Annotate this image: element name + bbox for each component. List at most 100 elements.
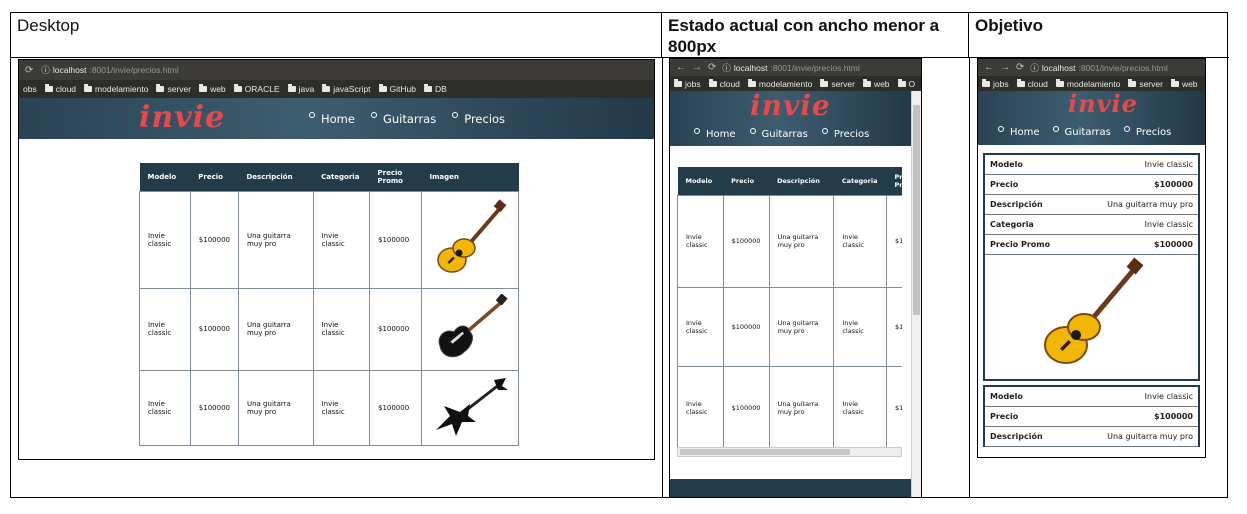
col-header: Modelo: [677, 167, 724, 195]
bookmark-item[interactable]: GitHub: [378, 84, 416, 94]
col-header: Descripción: [238, 163, 314, 191]
col-header: Precio: [190, 163, 239, 191]
url-host: localhost: [1041, 62, 1076, 73]
info-icon: ⓘ: [1030, 62, 1039, 73]
bookmark-item[interactable]: server: [820, 78, 855, 89]
folder-icon: [820, 78, 829, 87]
bookmark-item[interactable]: jobs: [674, 78, 701, 89]
menu-item-guitarras[interactable]: Guitarras: [370, 112, 436, 126]
folder-icon: [1128, 78, 1137, 87]
folder-icon: [862, 78, 871, 87]
bookmark-item[interactable]: javaScript: [322, 84, 371, 94]
bookmark-item[interactable]: DB: [424, 84, 447, 94]
bookmark-item[interactable]: cloud: [1016, 78, 1048, 89]
bookmark-item[interactable]: cloud: [44, 84, 76, 94]
col-header: Precio: [723, 167, 770, 195]
cell-imagen: [420, 190, 520, 289]
back-icon[interactable]: ←: [676, 62, 686, 73]
bookmark-item[interactable]: web: [199, 84, 226, 94]
col-header: Precio Promo: [886, 167, 902, 195]
product-card: Modelo Invie classic Precio $100000 Descri…: [983, 153, 1200, 381]
desktop-heading: Desktop: [11, 13, 662, 58]
menu-item-home[interactable]: Home: [694, 127, 736, 140]
folder-icon: [982, 78, 990, 87]
bookmark-item[interactable]: web: [862, 78, 890, 89]
bookmark-item[interactable]: modelamiento: [747, 78, 812, 89]
folder-icon: [84, 84, 93, 92]
bookmark-item[interactable]: O: [897, 78, 915, 89]
bookmark-item[interactable]: cloud: [708, 78, 740, 89]
reload-icon[interactable]: ⟳: [1016, 62, 1024, 73]
bookmark-item[interactable]: java: [287, 84, 314, 94]
url-bar[interactable]: ⓘ localhost:8001/invie/precios.html: [1030, 62, 1167, 74]
scrollbar-thumb[interactable]: [913, 105, 920, 315]
bookmark-item[interactable]: web: [1170, 78, 1198, 89]
vertical-scrollbar[interactable]: [911, 91, 921, 497]
table-row: Invie classic $100000 Una guitarra muy p…: [139, 190, 520, 289]
menu-item-home[interactable]: Home: [998, 125, 1040, 138]
cell-categoria: Invie classic: [312, 287, 370, 371]
forward-icon[interactable]: →: [1000, 62, 1010, 73]
bookmark-item[interactable]: modelamiento: [1055, 78, 1120, 89]
url-path: :8001/invie/precios.html: [1078, 62, 1168, 73]
reload-icon[interactable]: ⟳: [708, 62, 716, 73]
scrollbar-thumb[interactable]: [680, 449, 850, 455]
bullet-icon: [694, 127, 700, 134]
metal-guitar-icon: [435, 377, 508, 436]
url-bar[interactable]: ⓘ localhost:8001/invie/precios.html: [722, 62, 859, 74]
cell-promo: $100000: [368, 369, 422, 446]
table-row: Invie classic $100000 Una guitarra muy p…: [139, 287, 520, 371]
cell-precio: $100000: [189, 369, 239, 446]
cell-imagen: [420, 287, 520, 371]
bookmark-item[interactable]: server: [156, 84, 191, 94]
logo[interactable]: invie: [1068, 91, 1138, 118]
folder-icon: [378, 84, 387, 92]
menu-item-precios[interactable]: Precios: [452, 112, 505, 126]
bookmarks-bar: jobs cloud modelamiento server web: [978, 76, 1205, 91]
folder-icon: [44, 84, 53, 92]
forward-icon[interactable]: →: [692, 62, 702, 73]
reload-icon[interactable]: ⟳: [25, 65, 33, 76]
logo[interactable]: invie: [750, 91, 831, 122]
objetivo-screenshot: ← → ⟳ ⓘ localhost:8001/invie/precios.htm…: [977, 58, 1206, 458]
bookmark-item[interactable]: obs: [23, 84, 37, 94]
bookmark-item[interactable]: jobs: [982, 78, 1009, 89]
main-menu: Home Guitarras Precios: [309, 112, 505, 126]
bullet-icon: [998, 125, 1004, 132]
card-row: Precio $100000: [985, 407, 1198, 427]
bookmark-item[interactable]: modelamiento: [84, 84, 148, 94]
menu-item-guitarras[interactable]: Guitarras: [749, 127, 808, 140]
folder-icon: [674, 78, 682, 87]
bookmark-item[interactable]: server: [1128, 78, 1163, 89]
folder-icon: [708, 78, 717, 87]
logo[interactable]: invie: [139, 100, 225, 135]
cell-modelo: Invie classic: [139, 287, 191, 371]
card-row: Modelo Invie classic: [985, 387, 1198, 407]
table-viewport: Modelo Precio Descripción Categoria Prec…: [677, 167, 902, 457]
prices-table: Modelo Precio Descripción Categoria Prec…: [677, 167, 902, 451]
folder-icon: [897, 78, 906, 87]
back-icon[interactable]: ←: [984, 62, 994, 73]
horizontal-scrollbar[interactable]: [677, 447, 902, 457]
objetivo-heading: Objetivo: [969, 13, 1229, 58]
bullet-icon: [370, 112, 377, 118]
menu-item-precios[interactable]: Precios: [821, 127, 869, 140]
url-bar[interactable]: ⓘ localhost:8001/invie/precios.html: [41, 64, 178, 76]
column-divider: [662, 58, 663, 497]
info-icon: ⓘ: [41, 65, 50, 75]
menu-item-precios[interactable]: Precios: [1123, 125, 1171, 138]
card-row: Categoria Invie classic: [985, 215, 1198, 235]
folder-icon: [287, 84, 296, 92]
card-row: Descripción Una guitarra muy pro: [985, 195, 1198, 215]
folder-icon: [156, 84, 165, 92]
bookmark-item[interactable]: ORACLE: [233, 84, 280, 94]
menu-item-guitarras[interactable]: Guitarras: [1052, 125, 1111, 138]
menu-item-home[interactable]: Home: [309, 112, 355, 126]
card-row: Precio $100000: [985, 175, 1198, 195]
folder-icon: [1170, 78, 1179, 87]
cell-descripcion: Una guitarra muy pro: [237, 190, 314, 289]
cell-modelo: Invie classic: [139, 190, 191, 289]
prices-table: Modelo Precio Descripción Categoria Prec…: [139, 163, 520, 446]
product-card: Modelo Invie classic Precio $100000 Descri…: [983, 385, 1200, 447]
bookmarks-bar: jobs cloud modelamiento server web O: [670, 76, 921, 91]
